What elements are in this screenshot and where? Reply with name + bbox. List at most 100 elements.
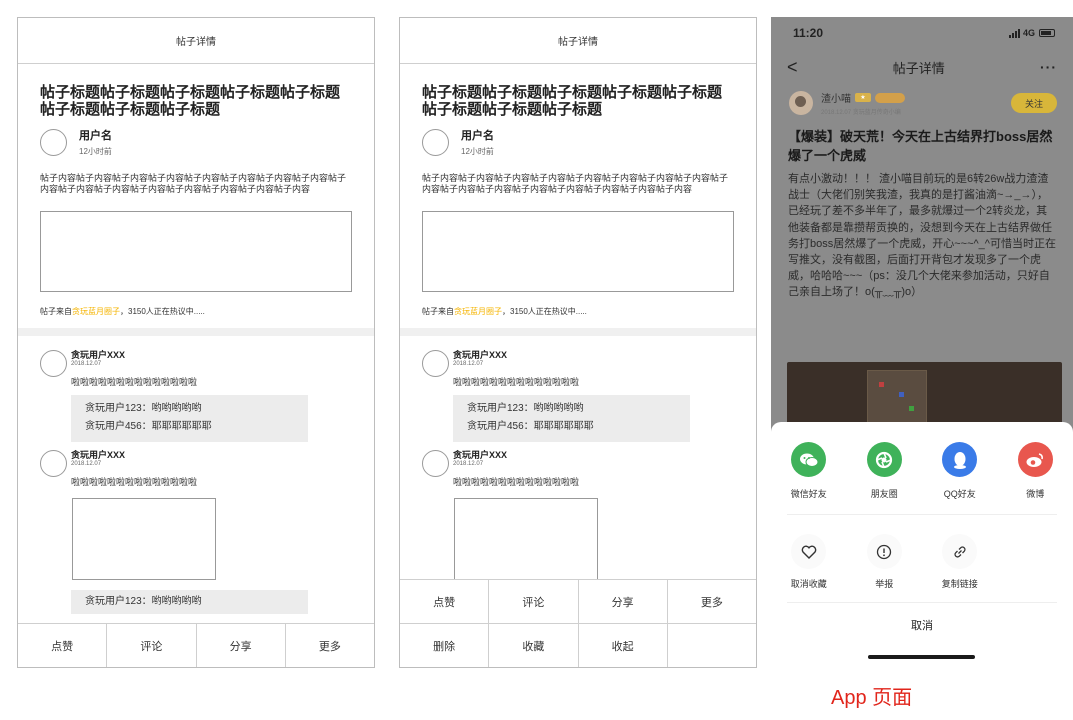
reply-item[interactable]: 贪玩用户123：哟哟哟哟哟 <box>85 593 308 611</box>
comment-author[interactable]: 贪玩用户XXX <box>71 348 374 361</box>
more-button[interactable]: 更多 <box>286 624 374 667</box>
more-button[interactable]: 更多 <box>668 580 756 623</box>
comment-date: 2018.12.07 <box>453 361 484 367</box>
bottom-action-bar: 点赞 评论 分享 更多 <box>18 623 374 667</box>
copy-link-action[interactable]: 复制链接 <box>922 534 998 590</box>
comment-image-placeholder[interactable] <box>72 498 216 580</box>
link-icon[interactable] <box>942 534 978 569</box>
cancel-button[interactable]: 取消 <box>771 614 1073 636</box>
comment-text: 啦啦啦啦啦啦啦啦啦啦啦啦啦啦 <box>71 477 198 487</box>
comment-avatar[interactable] <box>40 350 67 377</box>
share-button[interactable]: 分享 <box>197 624 286 667</box>
share-sheet: 微信好友 朋友圈 QQ好友 微博 取消收藏 举报 复制链接 取消 <box>771 422 1073 668</box>
source-suffix: ，3150人正在热议中..... <box>502 307 587 316</box>
share-qq[interactable]: QQ好友 <box>922 442 998 500</box>
item-marker <box>879 382 884 387</box>
home-indicator[interactable] <box>868 655 975 659</box>
source-suffix: ，3150人正在热议中..... <box>120 307 205 316</box>
post-image-placeholder[interactable] <box>422 211 734 292</box>
wechat-icon[interactable] <box>791 442 827 477</box>
share-label: QQ好友 <box>943 489 976 499</box>
comment-text: 啦啦啦啦啦啦啦啦啦啦啦啦啦啦 <box>453 377 580 387</box>
comment-button[interactable]: 评论 <box>107 624 197 667</box>
delete-button[interactable]: 删除 <box>400 624 490 667</box>
sheet-divider <box>787 514 1057 515</box>
comment-replies[interactable]: 贪玩用户123：哟哟哟哟哟 <box>71 590 308 614</box>
collapse-button[interactable]: 收起 <box>579 624 668 667</box>
action-label: 举报 <box>875 579 894 589</box>
reply-item[interactable]: 贪玩用户123：哟哟哟哟哟 <box>85 400 308 418</box>
like-button[interactable]: 点赞 <box>18 624 108 667</box>
share-label: 微博 <box>1026 489 1045 499</box>
author-name[interactable]: 用户名 <box>79 127 112 143</box>
comment-replies[interactable]: 贪玩用户123：哟哟哟哟哟 贪玩用户456：耶耶耶耶耶耶 <box>453 395 690 442</box>
comment-avatar[interactable] <box>40 450 67 477</box>
comment-item: 贪玩用户XXX 2018.12.07 啦啦啦啦啦啦啦啦啦啦啦啦啦啦 贪玩用户12… <box>422 348 756 442</box>
author-time: 12小时前 <box>461 147 494 156</box>
reply-item[interactable]: 贪玩用户456：耶耶耶耶耶耶 <box>467 418 690 436</box>
app-author-name[interactable]: 渣小喵 <box>821 90 851 105</box>
caption-label: App 页面 <box>831 687 913 709</box>
title-badge-icon <box>875 92 905 103</box>
post-source: 帖子来自贪玩蓝月圈子，3150人正在热议中..... <box>422 306 734 317</box>
back-icon[interactable]: < <box>787 57 798 78</box>
comment-item: 贪玩用户XXX 2018.12.07 啦啦啦啦啦啦啦啦啦啦啦啦啦啦 <box>422 448 756 598</box>
source-circle-link[interactable]: 贪玩蓝月圈子 <box>454 307 502 316</box>
share-weibo[interactable]: 微博 <box>998 442 1073 500</box>
comment-author[interactable]: 贪玩用户XXX <box>453 448 756 461</box>
comment-replies[interactable]: 贪玩用户123：哟哟哟哟哟 贪玩用户456：耶耶耶耶耶耶 <box>71 395 308 442</box>
comment-button[interactable]: 评论 <box>489 580 579 623</box>
reply-item[interactable]: 贪玩用户123：哟哟哟哟哟 <box>467 400 690 418</box>
action-label: 复制链接 <box>941 579 978 589</box>
share-wechat[interactable]: 微信好友 <box>771 442 847 500</box>
source-prefix: 帖子来自 <box>40 307 72 316</box>
report-action[interactable]: 举报 <box>847 534 923 590</box>
app-author-row: 渣小喵 ★ 2018.12.07 贪玩蓝月传奇小编 关注 <box>771 87 1073 119</box>
avatar[interactable] <box>422 128 449 156</box>
moments-icon[interactable] <box>866 442 902 477</box>
weibo-icon[interactable] <box>1017 442 1053 477</box>
app-author-meta: 2018.12.07 贪玩蓝月传奇小编 <box>821 110 901 116</box>
share-button[interactable]: 分享 <box>579 580 668 623</box>
comment-author[interactable]: 贪玩用户XXX <box>71 448 374 461</box>
heart-icon[interactable] <box>791 534 827 569</box>
app-post-title: 【爆装】破天荒！今天在上古结界打boss居然爆了一个虎威 <box>788 129 1053 163</box>
report-icon[interactable] <box>866 534 902 569</box>
sheet-actions: 取消收藏 举报 复制链接 <box>771 534 1073 590</box>
comment-avatar[interactable] <box>422 450 449 477</box>
unfavorite-action[interactable]: 取消收藏 <box>771 534 847 590</box>
nav-title: 帖子详情 <box>176 37 216 48</box>
wireframe-phone-2: 帖子详情 帖子标题帖子标题帖子标题帖子标题帖子标题帖子标题帖子标题帖子标题 用户… <box>399 17 757 668</box>
post-title: 帖子标题帖子标题帖子标题帖子标题帖子标题帖子标题帖子标题帖子标题 <box>40 84 341 118</box>
author-block[interactable]: 用户名 12小时前 <box>422 127 734 157</box>
section-divider <box>400 328 756 336</box>
qq-icon[interactable] <box>942 442 978 477</box>
more-icon[interactable]: ··· <box>1040 59 1057 75</box>
avatar[interactable] <box>789 91 813 115</box>
post-image-placeholder[interactable] <box>40 211 352 292</box>
reply-item[interactable]: 贪玩用户456：耶耶耶耶耶耶 <box>85 418 308 436</box>
app-screen: 11:20 4G < 帖子详情 ··· 渣小喵 ★ 2018.12.07 贪玩蓝… <box>771 17 1073 668</box>
expanded-action-bar-primary: 点赞 评论 分享 更多 <box>400 579 756 623</box>
favorite-button[interactable]: 收藏 <box>489 624 579 667</box>
like-button[interactable]: 点赞 <box>400 580 490 623</box>
comment-date: 2018.12.07 <box>453 461 484 467</box>
post-content: 帖子内容帖子内容帖子内容帖子内容帖子内容帖子内容帖子内容帖子内容帖子内容帖子内容… <box>422 173 729 194</box>
comment-date: 2018.12.07 <box>71 361 102 367</box>
wireframe-phone-1: 帖子详情 帖子标题帖子标题帖子标题帖子标题帖子标题帖子标题帖子标题帖子标题 用户… <box>17 17 375 668</box>
author-name[interactable]: 用户名 <box>461 127 494 143</box>
share-moments[interactable]: 朋友圈 <box>847 442 923 500</box>
sheet-divider <box>787 602 1057 603</box>
comment-item: 贪玩用户XXX 2018.12.07 啦啦啦啦啦啦啦啦啦啦啦啦啦啦 贪玩用户12… <box>40 448 374 614</box>
action-label: 取消收藏 <box>790 579 827 589</box>
comment-item: 贪玩用户XXX 2018.12.07 啦啦啦啦啦啦啦啦啦啦啦啦啦啦 贪玩用户12… <box>40 348 374 442</box>
avatar[interactable] <box>40 128 67 156</box>
author-block[interactable]: 用户名 12小时前 <box>40 127 352 157</box>
section-divider <box>18 328 374 336</box>
source-circle-link[interactable]: 贪玩蓝月圈子 <box>72 307 120 316</box>
comment-author[interactable]: 贪玩用户XXX <box>453 348 756 361</box>
post-title: 帖子标题帖子标题帖子标题帖子标题帖子标题帖子标题帖子标题帖子标题 <box>422 84 723 118</box>
follow-button[interactable]: 关注 <box>1011 93 1057 113</box>
item-marker <box>909 406 914 411</box>
comment-avatar[interactable] <box>422 350 449 377</box>
